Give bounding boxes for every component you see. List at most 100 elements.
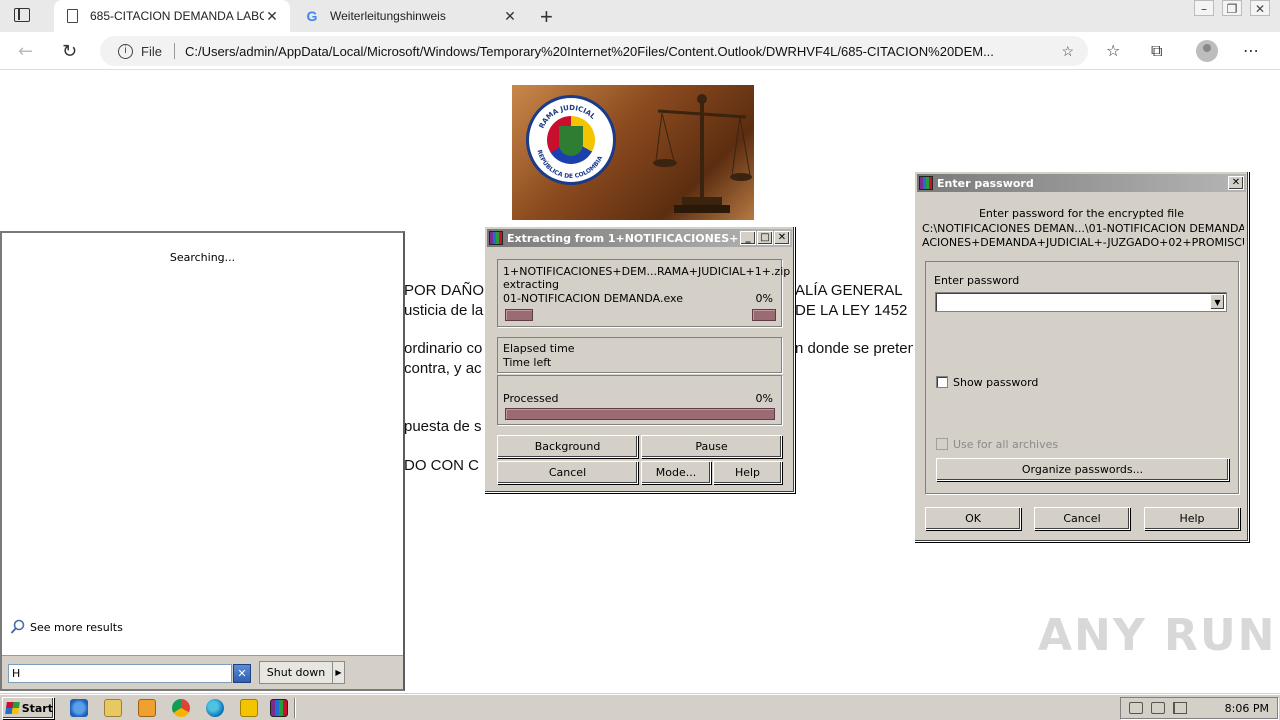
minimize-icon[interactable]: – (1194, 0, 1214, 16)
background-button[interactable]: Background (497, 435, 638, 458)
see-more-results-link[interactable]: See more results (10, 619, 123, 635)
tab-citacion[interactable]: 685-CITACION DEMANDA LABO ✕ (54, 0, 290, 32)
processed-panel: Processed 0% (497, 375, 782, 425)
collections-icon[interactable]: ⧉ (1151, 41, 1162, 61)
body-text-line: POR DAÑO (404, 282, 485, 299)
use-all-archives-label: Use for all archives (953, 438, 1059, 451)
windows-logo-icon (5, 702, 20, 714)
search-input[interactable]: H (8, 664, 232, 683)
profile-avatar[interactable] (1196, 40, 1218, 62)
winrar-icon (489, 231, 503, 245)
body-text-line: usticia de la (404, 302, 484, 319)
tab-weiterleitung[interactable]: G Weiterleitungshinweis ✕ (294, 0, 528, 32)
tab-actions-icon[interactable] (14, 8, 30, 22)
file-progress-start (505, 309, 533, 321)
archive-path: ACIONES+DEMANDA+JUDICIAL+-JUZGADO+02+PRO… (922, 236, 1244, 249)
archive-name: 1+NOTIFICACIONES+DEM...RAMA+JUDICIAL+1+.… (503, 265, 791, 278)
body-text-line: n donde se preten (795, 340, 913, 357)
rama-judicial-logo: RAMA JUDICIAL REPÚBLICA DE COLOMBIA (512, 85, 754, 220)
dropdown-arrow-icon[interactable]: ▼ (1210, 294, 1225, 310)
address-bar[interactable]: i File C:/Users/admin/AppData/Local/Micr… (100, 36, 1088, 66)
show-password-label: Show password (953, 376, 1039, 389)
more-icon[interactable]: ⋯ (1243, 41, 1259, 60)
clear-search-icon[interactable]: ✕ (233, 664, 251, 683)
restore-icon[interactable]: ❐ (1222, 0, 1242, 16)
body-text-line: contra, y ac (404, 360, 482, 377)
favorites-icon[interactable]: ☆ (1106, 41, 1120, 60)
processed-percent: 0% (755, 392, 773, 405)
outlook-icon[interactable] (240, 699, 258, 717)
processed-label: Processed (503, 392, 559, 405)
cancel-button[interactable]: Cancel (497, 461, 638, 484)
flag-icon[interactable] (1173, 702, 1187, 714)
close-icon[interactable]: ✕ (502, 8, 518, 25)
use-all-archives-checkbox[interactable] (936, 438, 948, 450)
password-input[interactable]: ▼ (935, 292, 1227, 312)
time-left-label: Time left (503, 356, 552, 369)
new-tab-icon[interactable]: + (540, 4, 553, 30)
url-text[interactable]: C:/Users/admin/AppData/Local/Microsoft/W… (185, 44, 1045, 59)
mode-button[interactable]: Mode... (641, 461, 711, 484)
shutdown-label: Shut down (266, 666, 326, 679)
tab-label: 685-CITACION DEMANDA LABO (90, 9, 264, 23)
body-text-line: ALÍA GENERAL (795, 282, 903, 299)
organize-passwords-button[interactable]: Organize passwords... (936, 458, 1229, 481)
close-window-icon[interactable]: ✕ (1250, 0, 1270, 16)
media-player-icon[interactable] (138, 699, 156, 717)
pause-button[interactable]: Pause (641, 435, 782, 458)
divider (173, 43, 175, 59)
close-icon[interactable]: ✕ (774, 231, 790, 245)
browser-tabstrip: 685-CITACION DEMANDA LABO ✕ G Weiterleit… (0, 0, 1280, 32)
elapsed-label: Elapsed time (503, 342, 575, 355)
folder-icon[interactable] (104, 699, 122, 717)
volume-icon[interactable] (1129, 702, 1143, 714)
info-icon[interactable]: i (118, 43, 133, 59)
password-group: Enter password ▼ Show password Use for a… (925, 261, 1239, 494)
minimize-icon[interactable]: _ (740, 231, 756, 245)
extract-dialog: Extracting from 1+NOTIFICACIONES+D... _ … (484, 226, 795, 493)
password-titlebar[interactable]: Enter password ✕ (917, 174, 1246, 192)
body-text-line: puesta de s (404, 418, 482, 435)
ok-button[interactable]: OK (925, 507, 1021, 530)
chrome-icon[interactable] (172, 699, 190, 717)
chevron-right-icon[interactable]: ▶ (332, 662, 344, 683)
start-label: Start (21, 701, 53, 715)
body-text-line: ordinario co (404, 340, 483, 357)
tab-label: Weiterleitungshinweis (330, 9, 446, 23)
browser-toolbar: ← ↻ i File C:/Users/admin/AppData/Local/… (0, 32, 1280, 70)
extract-action: extracting (503, 278, 560, 291)
search-icon (10, 619, 25, 634)
close-icon[interactable]: ✕ (264, 8, 280, 25)
network-icon[interactable] (1151, 702, 1165, 714)
body-text-line: DE LA LEY 1452 (795, 302, 908, 319)
edge-icon[interactable] (206, 699, 224, 717)
password-title: Enter password (937, 176, 1034, 190)
maximize-icon[interactable]: □ (757, 231, 773, 245)
scales-of-justice-icon (653, 94, 752, 213)
file-label: File (141, 43, 162, 59)
start-button[interactable]: Start (2, 697, 54, 719)
help-button[interactable]: Help (1144, 507, 1240, 530)
add-favorite-icon[interactable]: ☆ (1061, 43, 1074, 60)
system-tray: 8:06 PM (1120, 697, 1278, 719)
extract-file-panel: 1+NOTIFICACIONES+DEM...RAMA+JUDICIAL+1+.… (497, 259, 790, 327)
extract-titlebar[interactable]: Extracting from 1+NOTIFICACIONES+D... _ … (487, 229, 792, 247)
close-icon[interactable]: ✕ (1228, 176, 1244, 190)
shutdown-button[interactable]: Shut down ▶ (259, 661, 345, 684)
show-password-checkbox[interactable] (936, 376, 948, 388)
winrar-icon[interactable] (270, 699, 288, 717)
refresh-icon[interactable]: ↻ (62, 41, 77, 62)
taskbar: Start 8:06 PM (0, 694, 1280, 720)
internet-explorer-icon[interactable] (70, 699, 88, 717)
colombia-seal: RAMA JUDICIAL REPÚBLICA DE COLOMBIA (526, 95, 616, 185)
password-field-label: Enter password (934, 274, 1020, 287)
time-panel: Elapsed time Time left (497, 337, 782, 373)
cancel-button[interactable]: Cancel (1034, 507, 1130, 530)
extract-title: Extracting from 1+NOTIFICACIONES+D... (507, 231, 739, 245)
search-status: Searching... (169, 251, 236, 264)
anyrun-watermark: ANY RUN (1038, 610, 1277, 661)
clock: 8:06 PM (1224, 702, 1269, 715)
processed-progress-bar (505, 408, 775, 420)
back-icon[interactable]: ← (18, 41, 33, 62)
help-button[interactable]: Help (713, 461, 782, 484)
